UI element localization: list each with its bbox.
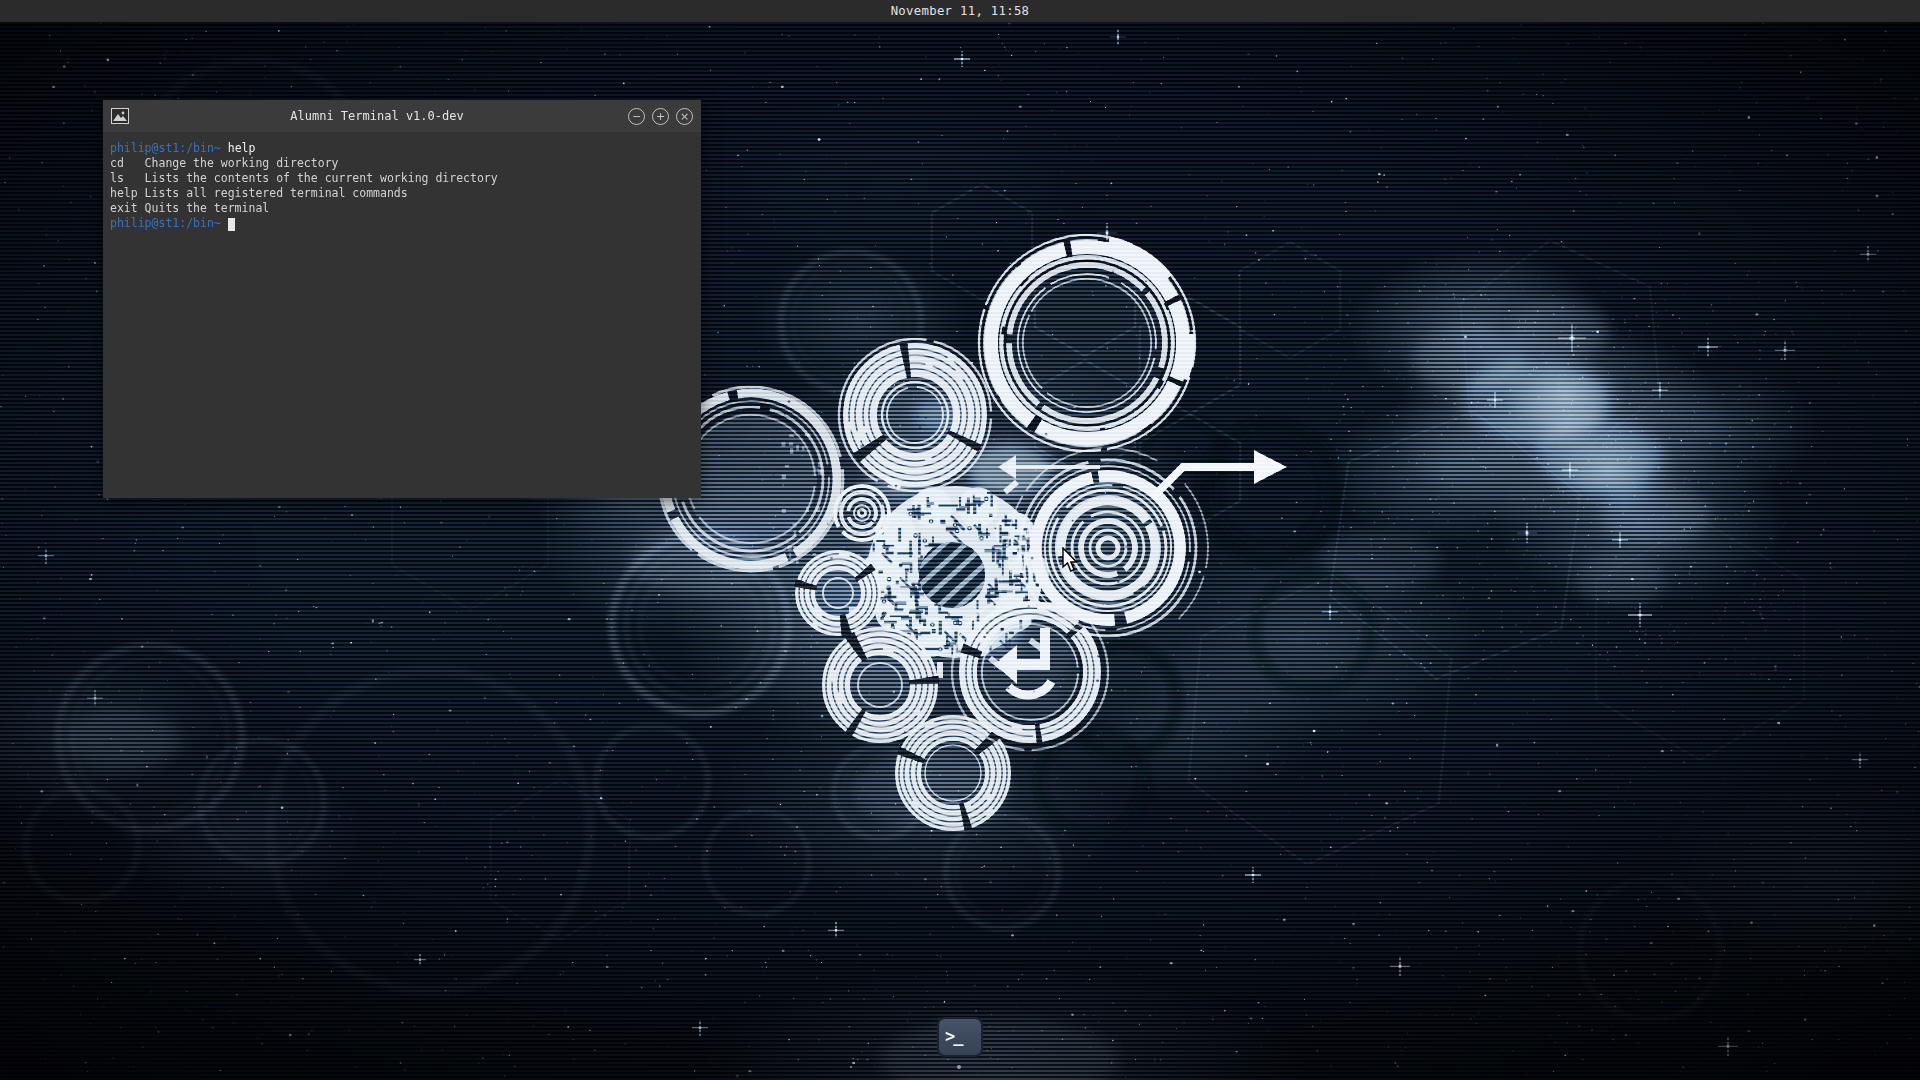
terminal-cursor — [228, 218, 236, 231]
terminal-icon: >_ — [939, 1026, 961, 1046]
x-circle-icon: × — [680, 111, 689, 122]
terminal-line: ls Lists the contents of the current wor… — [110, 171, 694, 186]
terminal-titlebar[interactable]: Alumni Terminal v1.0-dev − + × — [103, 100, 701, 132]
terminal-line: philip@st1:/bin~ — [110, 216, 694, 231]
dock-terminal-icon[interactable]: >_ — [937, 1017, 983, 1057]
top-bar: November 11, 11:58 — [0, 0, 1920, 22]
clock[interactable]: November 11, 11:58 — [891, 4, 1030, 18]
close-button[interactable]: × — [676, 108, 693, 125]
window-controls: − + × — [628, 100, 693, 132]
terminal-title: Alumni Terminal v1.0-dev — [133, 109, 621, 123]
image-icon — [111, 108, 129, 124]
maximize-button[interactable]: + — [652, 108, 669, 125]
minimize-button[interactable]: − — [628, 108, 645, 125]
terminal-line: help Lists all registered terminal comma… — [110, 186, 694, 201]
running-indicator-dot — [957, 1065, 961, 1069]
terminal-line: cd Change the working directory — [110, 156, 694, 171]
terminal-window[interactable]: Alumni Terminal v1.0-dev − + × philip@st… — [103, 100, 701, 498]
terminal-line: philip@st1:/bin~ help — [110, 141, 694, 156]
mouse-cursor — [1062, 547, 1080, 573]
terminal-output[interactable]: philip@st1:/bin~ helpcd Change the worki… — [103, 132, 701, 240]
plus-circle-icon: + — [656, 111, 665, 122]
terminal-line: exit Quits the terminal — [110, 201, 694, 216]
minus-circle-icon: − — [632, 111, 641, 122]
